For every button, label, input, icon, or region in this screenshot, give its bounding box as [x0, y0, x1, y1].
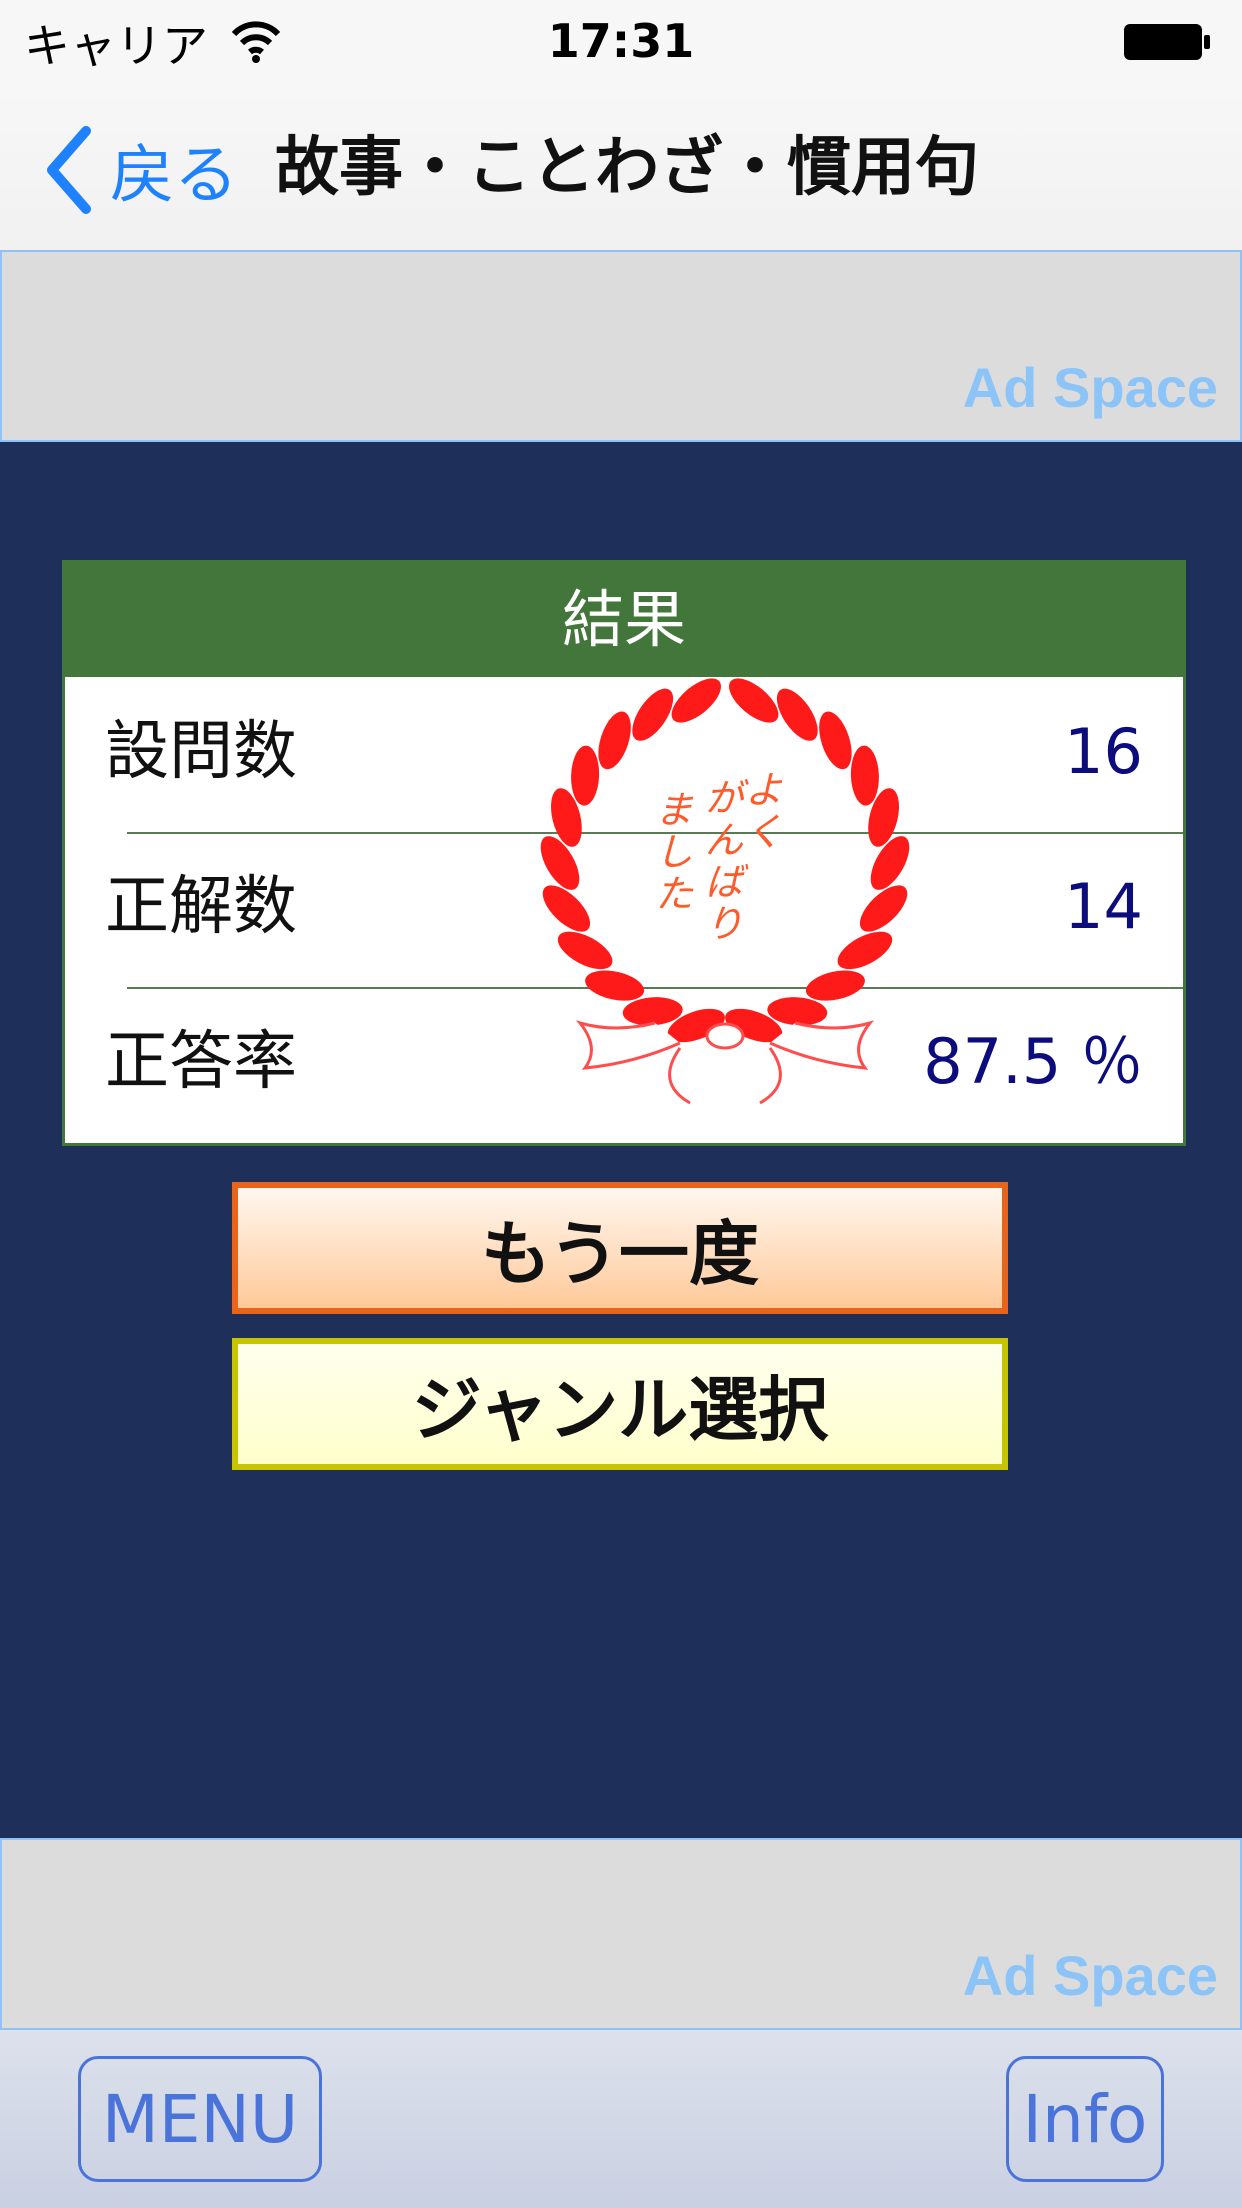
ad-banner-top[interactable]: Ad Space — [0, 250, 1242, 442]
svg-text:が: が — [705, 776, 749, 820]
chevron-left-icon — [47, 126, 91, 214]
status-time: 17:31 — [547, 14, 695, 68]
row-label: 設問数 — [105, 715, 297, 789]
row-label: 正解数 — [105, 870, 297, 944]
navigation-bar: 戻る 故事・ことわざ・慣用句 — [0, 90, 1242, 250]
svg-text:り: り — [705, 902, 743, 946]
svg-text:た: た — [655, 872, 694, 916]
laurel-wreath-icon: よ く が ん ば り ま し た — [540, 678, 910, 1105]
row-value: 16 — [1064, 715, 1143, 788]
laurel-leaf — [585, 970, 645, 1001]
laurel-leaf — [598, 711, 631, 770]
ad-space-label: Ad Space — [962, 356, 1218, 419]
info-button[interactable]: Info — [1006, 2056, 1164, 2182]
ad-space-label: Ad Space — [962, 1944, 1218, 2007]
laurel-leaf — [671, 678, 721, 723]
status-bar: キャリア 17:31 — [0, 0, 1242, 90]
svg-text:ま: ま — [655, 788, 694, 832]
back-label: 戻る — [110, 139, 238, 213]
svg-text:く: く — [745, 810, 783, 854]
svg-text:ば: ば — [705, 860, 749, 904]
result-panel: 結果 設問数 16 正解数 14 正答率 87.5 ％ よ く が ん ば り … — [62, 560, 1186, 1146]
ad-banner-bottom[interactable]: Ad Space — [0, 1838, 1242, 2030]
svg-text:し: し — [655, 830, 693, 874]
laurel-leaf — [557, 931, 613, 970]
row-value: 14 — [1064, 870, 1143, 943]
result-header: 結果 — [65, 563, 1183, 677]
battery-icon — [1124, 24, 1210, 60]
menu-button[interactable]: MENU — [78, 2056, 322, 2182]
row-label: 正答率 — [105, 1025, 297, 1099]
retry-button[interactable]: もう一度 — [232, 1182, 1008, 1314]
back-button[interactable]: 戻る — [40, 120, 238, 220]
laurel-leaf — [571, 745, 600, 806]
laurel-leaf — [850, 745, 879, 806]
laurel-leaf — [805, 970, 865, 1001]
laurel-leaf — [729, 678, 779, 723]
genre-select-button[interactable]: ジャンル選択 — [232, 1338, 1008, 1470]
laurel-leaf — [819, 711, 852, 770]
svg-text:ん: ん — [705, 818, 744, 862]
bottom-toolbar: MENU Info — [0, 2030, 1242, 2208]
laurel-leaf — [837, 931, 893, 970]
page-title: 故事・ことわざ・慣用句 — [275, 131, 979, 205]
stamp-text: よ — [745, 768, 783, 812]
